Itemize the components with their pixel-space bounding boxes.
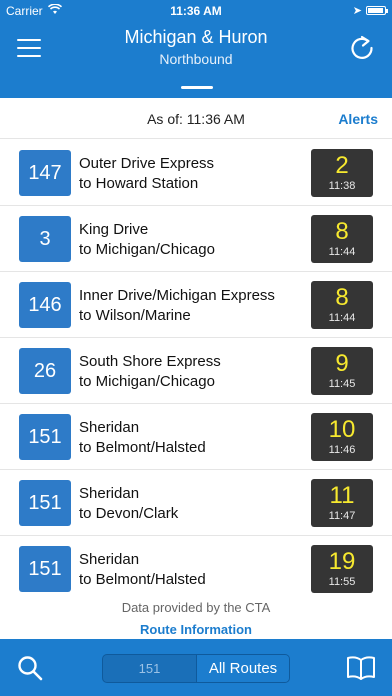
route-destination: to Devon/Clark — [79, 505, 179, 522]
eta-box: 2 11:38 — [311, 149, 373, 197]
route-filter-segmented-control: 151 All Routes — [102, 654, 290, 683]
eta-minutes: 2 — [335, 152, 349, 179]
arrival-row[interactable]: 151 Sheridan to Belmont/Halsted 19 11:55 — [0, 536, 392, 602]
route-name: Sheridan — [79, 485, 140, 502]
arrival-row[interactable]: 151 Sheridan to Devon/Clark 11 11:47 — [0, 470, 392, 536]
route-destination: to Belmont/Halsted — [79, 439, 206, 456]
search-icon — [18, 656, 43, 681]
eta-minutes: 9 — [335, 350, 349, 377]
arrival-row[interactable]: 3 King Drive to Michigan/Chicago 8 11:44 — [0, 206, 392, 272]
drag-handle[interactable] — [181, 86, 213, 89]
route-destination: to Wilson/Marine — [79, 307, 191, 324]
eta-box: 19 11:55 — [311, 545, 373, 593]
arrival-row[interactable]: 151 Sheridan to Belmont/Halsted 10 11:46 — [0, 404, 392, 470]
route-badge: 146 — [19, 282, 71, 328]
arrival-row[interactable]: 147 Outer Drive Express to Howard Statio… — [0, 140, 392, 206]
location-arrow-icon: ➤ — [352, 5, 362, 17]
eta-time: 11:44 — [328, 312, 356, 324]
route-name: Outer Drive Express — [79, 155, 215, 172]
as-of-timestamp: As of: 11:36 AM — [147, 111, 245, 127]
search-button[interactable] — [17, 655, 43, 681]
route-information-link[interactable]: Route Information — [0, 622, 392, 637]
segment-all-routes[interactable]: All Routes — [196, 655, 289, 682]
route-badge: 151 — [19, 480, 71, 526]
route-name: South Shore Express — [79, 353, 221, 370]
eta-minutes: 8 — [335, 218, 349, 245]
eta-box: 11 11:47 — [311, 479, 373, 527]
alerts-link[interactable]: Alerts — [338, 111, 378, 127]
route-destination: to Michigan/Chicago — [79, 241, 215, 258]
bottom-toolbar: 151 All Routes — [0, 639, 392, 696]
route-name: Sheridan — [79, 419, 140, 436]
route-badge: 151 — [19, 414, 71, 460]
eta-box: 8 11:44 — [311, 215, 373, 263]
route-badge: 26 — [19, 348, 71, 394]
route-badge: 147 — [19, 150, 71, 196]
info-bar: As of: 11:36 AM Alerts — [0, 99, 392, 139]
route-destination: to Howard Station — [79, 175, 199, 192]
eta-time: 11:47 — [328, 510, 356, 522]
eta-box: 10 11:46 — [311, 413, 373, 461]
app-header: Carrier 11:36 AM ➤ Michigan & Huron Nort… — [0, 0, 392, 98]
eta-minutes: 8 — [335, 284, 349, 311]
eta-minutes: 19 — [328, 548, 356, 575]
eta-time: 11:46 — [328, 444, 356, 456]
eta-box: 9 11:45 — [311, 347, 373, 395]
refresh-button[interactable] — [348, 34, 376, 62]
book-icon — [347, 656, 375, 680]
route-name: Inner Drive/Michigan Express — [79, 287, 275, 304]
eta-time: 11:38 — [328, 180, 356, 192]
route-badge: 3 — [19, 216, 71, 262]
arrival-row[interactable]: 26 South Shore Express to Michigan/Chica… — [0, 338, 392, 404]
eta-time: 11:45 — [328, 378, 356, 390]
data-credit: Data provided by the CTA — [121, 600, 271, 615]
eta-box: 8 11:44 — [311, 281, 373, 329]
status-time: 11:36 AM — [170, 4, 222, 18]
eta-minutes: 11 — [329, 482, 355, 509]
battery-icon — [366, 6, 388, 15]
eta-time: 11:55 — [328, 576, 356, 588]
refresh-icon — [351, 35, 373, 59]
segment-route-151[interactable]: 151 — [103, 655, 196, 682]
arrival-row[interactable]: 146 Inner Drive/Michigan Express to Wils… — [0, 272, 392, 338]
eta-minutes: 10 — [328, 416, 356, 443]
arrivals-list: 147 Outer Drive Express to Howard Statio… — [0, 140, 392, 602]
routes-book-button[interactable] — [346, 655, 376, 681]
route-badge: 151 — [19, 546, 71, 592]
route-name: King Drive — [79, 221, 149, 238]
stop-direction: Northbound — [159, 51, 233, 67]
stop-title: Michigan & Huron — [124, 27, 268, 47]
route-name: Sheridan — [79, 551, 140, 568]
eta-time: 11:44 — [328, 246, 356, 258]
route-destination: to Belmont/Halsted — [79, 571, 206, 588]
status-bar: Carrier 11:36 AM ➤ — [0, 3, 392, 19]
route-destination: to Michigan/Chicago — [79, 373, 215, 390]
